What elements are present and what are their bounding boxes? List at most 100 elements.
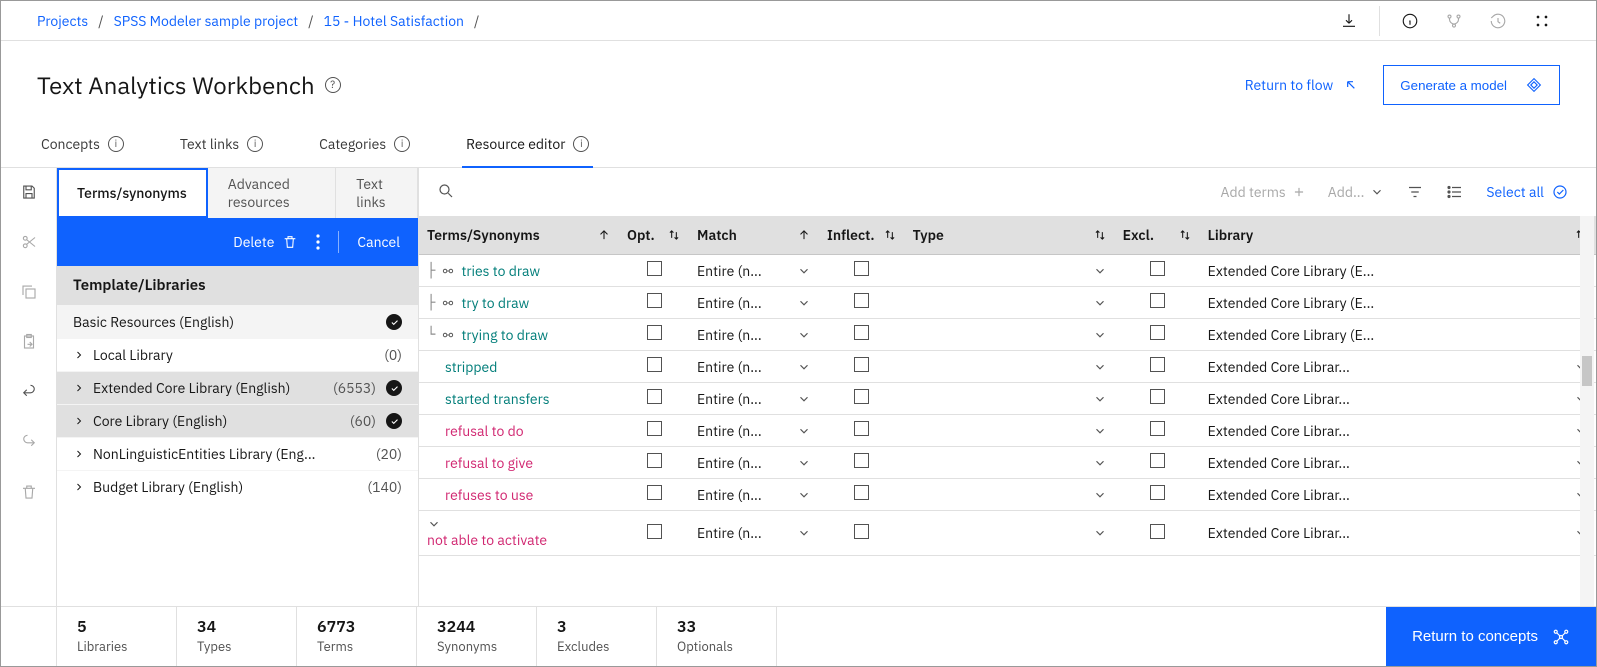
history-icon[interactable] [1480, 5, 1516, 37]
checkbox[interactable] [647, 524, 662, 539]
select-all-button[interactable]: Select all [1486, 183, 1568, 201]
settings-list-icon[interactable] [1446, 183, 1464, 201]
checkbox[interactable] [647, 485, 662, 500]
checkbox[interactable] [647, 389, 662, 404]
checkbox[interactable] [854, 389, 869, 404]
library-row[interactable]: Extended Core Library (English)(6553) [57, 371, 418, 404]
chevron-down-icon[interactable] [1093, 328, 1107, 342]
checkbox[interactable] [854, 453, 869, 468]
library-row[interactable]: NonLinguisticEntities Library (Eng...(20… [57, 437, 418, 470]
undo-icon[interactable] [13, 376, 45, 408]
cancel-button[interactable]: Cancel [357, 233, 400, 251]
main-tab[interactable]: Categoriesi [315, 125, 414, 167]
table-row[interactable]: refuses to use Entire (n... Extended Cor… [419, 479, 1596, 511]
checkbox[interactable] [647, 261, 662, 276]
filter-icon[interactable] [1406, 183, 1424, 201]
table-row[interactable]: ├try to draw Entire (n... Extended Core … [419, 287, 1596, 319]
checkbox[interactable] [1150, 293, 1165, 308]
checkbox[interactable] [1150, 357, 1165, 372]
main-tab[interactable]: Text linksi [176, 125, 267, 167]
checkbox[interactable] [854, 485, 869, 500]
branch-icon[interactable] [1436, 5, 1472, 37]
chevron-down-icon[interactable] [1093, 360, 1107, 374]
checkbox[interactable] [647, 453, 662, 468]
info-icon[interactable]: i [108, 136, 124, 152]
chevron-down-icon[interactable] [797, 456, 811, 470]
checkbox[interactable] [647, 357, 662, 372]
subtab[interactable]: Advanced resources [208, 168, 337, 218]
library-row[interactable]: Local Library(0) [57, 338, 418, 371]
generate-model-button[interactable]: Generate a model [1383, 65, 1560, 105]
chevron-down-icon[interactable] [797, 424, 811, 438]
chevron-down-icon[interactable] [1093, 392, 1107, 406]
col-excl[interactable]: Excl. [1123, 226, 1154, 244]
delete-button[interactable]: Delete [233, 233, 298, 251]
checkbox[interactable] [1150, 261, 1165, 276]
add-dropdown[interactable]: Add... [1328, 183, 1385, 201]
chevron-down-icon[interactable] [1093, 488, 1107, 502]
grid-icon[interactable] [1524, 5, 1560, 37]
library-row[interactable]: Core Library (English)(60) [57, 404, 418, 437]
library-row[interactable]: Budget Library (English)(140) [57, 470, 418, 503]
paste-icon[interactable] [13, 326, 45, 358]
col-match[interactable]: Match [697, 226, 737, 244]
breadcrumb-link[interactable]: SPSS Modeler sample project [114, 12, 299, 30]
chevron-down-icon[interactable] [797, 328, 811, 342]
overflow-menu-icon[interactable] [316, 234, 320, 250]
save-icon[interactable] [13, 176, 45, 208]
chevron-down-icon[interactable] [797, 488, 811, 502]
checkbox[interactable] [854, 357, 869, 372]
table-row[interactable]: └trying to draw Entire (n... Extended Co… [419, 319, 1596, 351]
col-terms[interactable]: Terms/Synonyms [427, 226, 540, 244]
checkbox[interactable] [1150, 453, 1165, 468]
main-tab[interactable]: Resource editori [462, 125, 593, 167]
download-icon[interactable] [1331, 5, 1367, 37]
checkbox[interactable] [854, 325, 869, 340]
chevron-down-icon[interactable] [797, 264, 811, 278]
checkbox[interactable] [1150, 421, 1165, 436]
table-row[interactable]: ├tries to draw Entire (n... Extended Cor… [419, 255, 1596, 287]
subtab[interactable]: Terms/synonyms [57, 168, 208, 218]
col-inflect[interactable]: Inflect. [827, 226, 875, 244]
scrollbar-thumb[interactable] [1582, 356, 1592, 386]
checkbox[interactable] [854, 524, 869, 539]
redo-icon[interactable] [13, 426, 45, 458]
info-icon[interactable]: i [573, 136, 589, 152]
checkbox[interactable] [647, 325, 662, 340]
chevron-down-icon[interactable] [797, 360, 811, 374]
checkbox[interactable] [1150, 389, 1165, 404]
checkbox[interactable] [647, 293, 662, 308]
checkbox[interactable] [854, 261, 869, 276]
chevron-down-icon[interactable] [797, 526, 811, 540]
chevron-down-icon[interactable] [427, 517, 441, 531]
add-terms-button[interactable]: Add terms [1221, 183, 1306, 201]
return-to-flow-link[interactable]: Return to flow [1245, 76, 1360, 94]
col-library[interactable]: Library [1208, 226, 1254, 244]
breadcrumb-link[interactable]: 15 - Hotel Satisfaction [324, 12, 464, 30]
vertical-scrollbar[interactable] [1580, 216, 1594, 606]
return-to-concepts-button[interactable]: Return to concepts [1386, 607, 1596, 666]
chevron-down-icon[interactable] [1093, 456, 1107, 470]
col-type[interactable]: Type [913, 226, 944, 244]
help-icon[interactable]: ? [325, 77, 341, 93]
checkbox[interactable] [1150, 325, 1165, 340]
table-row[interactable]: refusal to do Entire (n... Extended Core… [419, 415, 1596, 447]
checkbox[interactable] [1150, 524, 1165, 539]
chevron-down-icon[interactable] [797, 296, 811, 310]
chevron-down-icon[interactable] [1093, 424, 1107, 438]
info-icon[interactable] [1392, 5, 1428, 37]
chevron-down-icon[interactable] [1093, 264, 1107, 278]
chevron-down-icon[interactable] [797, 392, 811, 406]
table-row[interactable]: stripped Entire (n... Extended Core Libr… [419, 351, 1596, 383]
breadcrumb-link[interactable]: Projects [37, 12, 88, 30]
cut-icon[interactable] [13, 226, 45, 258]
copy-icon[interactable] [13, 276, 45, 308]
checkbox[interactable] [854, 293, 869, 308]
info-icon[interactable]: i [394, 136, 410, 152]
chevron-down-icon[interactable] [1093, 526, 1107, 540]
main-tab[interactable]: Conceptsi [37, 125, 128, 167]
table-row[interactable]: refusal to give Entire (n... Extended Co… [419, 447, 1596, 479]
col-opt[interactable]: Opt. [627, 226, 655, 244]
table-row[interactable]: started transfers Entire (n... Extended … [419, 383, 1596, 415]
checkbox[interactable] [1150, 485, 1165, 500]
